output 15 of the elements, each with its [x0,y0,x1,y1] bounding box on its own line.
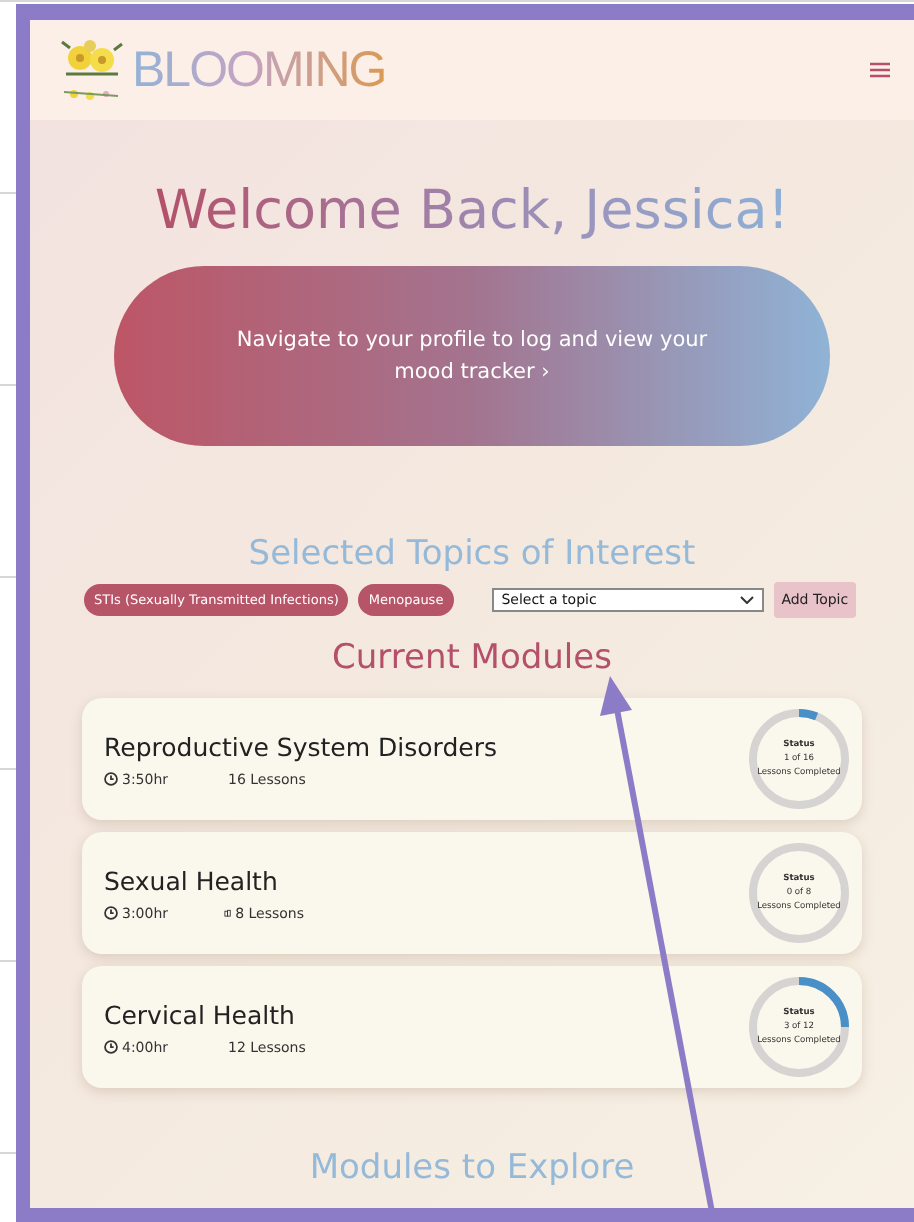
module-title: Reproductive System Disorders [104,731,497,761]
clock-icon [104,772,118,786]
topics-heading: Selected Topics of Interest [248,534,696,574]
flower-bouquet-icon [58,34,126,106]
module-title: Cervical Health [104,999,297,1029]
menu-icon[interactable] [870,62,890,78]
clock-icon [104,1040,118,1054]
module-title: Sexual Health [104,865,280,895]
chevron-down-icon [739,596,754,604]
current-modules-heading: Current Modules [332,638,612,678]
mood-tracker-banner[interactable]: Navigate to your profile to log and view your mood tracker › [114,266,830,446]
progress-ring [744,838,854,948]
explore-heading: Modules to Explore [309,1148,635,1188]
book-icon [224,906,232,920]
clock-icon [104,906,118,920]
